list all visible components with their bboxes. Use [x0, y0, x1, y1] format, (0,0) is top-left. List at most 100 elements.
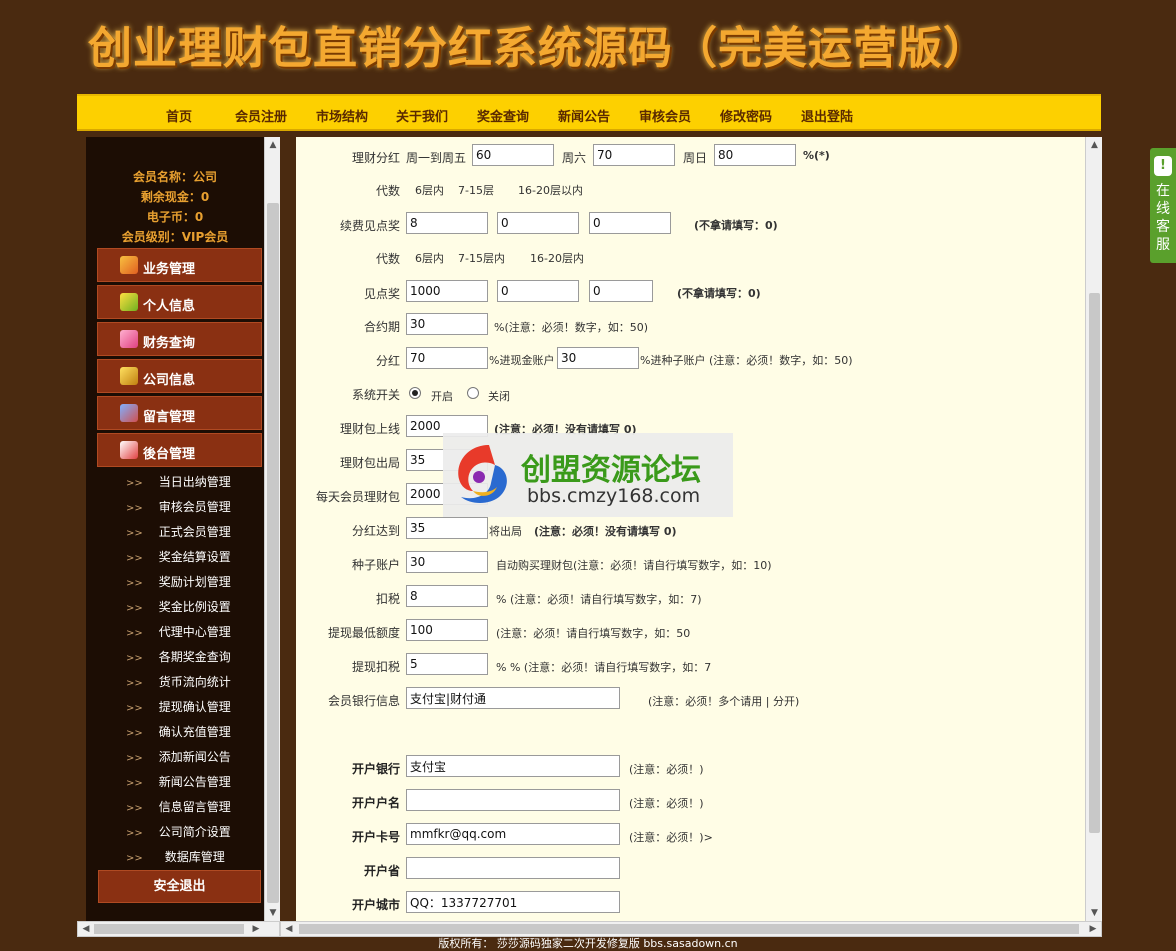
switch-off-radio[interactable]: [467, 387, 479, 399]
scroll-thumb[interactable]: [1089, 293, 1100, 833]
scroll-left-icon[interactable]: ◀: [281, 922, 297, 936]
nav-review-member[interactable]: 审核会员: [639, 106, 691, 125]
chevron-right-icon: >>: [126, 578, 143, 589]
contract-period-input[interactable]: [406, 313, 488, 335]
menu-label: 业务管理: [143, 262, 196, 277]
label-seed-account: 种子账户: [351, 558, 400, 572]
sub-database[interactable]: >> 数据库管理: [126, 848, 225, 865]
label-daily-package: 每天会员理财包: [315, 490, 400, 504]
sub-message-manage[interactable]: >> 信息留言管理: [126, 798, 231, 815]
point-bonus-input-3[interactable]: [589, 280, 653, 302]
menu-company[interactable]: 公司信息: [97, 359, 262, 393]
nav-market-structure[interactable]: 市场结构: [316, 106, 368, 125]
nav-logout[interactable]: 退出登陆: [801, 106, 853, 125]
label-bank-info: 会员银行信息: [327, 694, 400, 708]
sub-currency-flow[interactable]: >> 货币流向统计: [126, 673, 231, 690]
menu-personal[interactable]: 个人信息: [97, 285, 262, 319]
open-bank-input[interactable]: [406, 755, 620, 777]
sub-bonus-settle[interactable]: >> 奖金结算设置: [126, 548, 231, 565]
cash-account-text: %进现金账户: [489, 354, 555, 367]
sub-cashier[interactable]: >> 当日出纳管理: [126, 473, 231, 490]
nav-register[interactable]: 会员注册: [235, 106, 287, 125]
tax-note: % (注意：必须！请自行填写数字，如：7): [496, 593, 702, 606]
scroll-thumb[interactable]: [94, 924, 244, 934]
nav-home[interactable]: 首页: [166, 106, 192, 125]
scroll-left-icon[interactable]: ◀: [78, 922, 94, 936]
seed-account-note: 自动购买理财包(注意：必须！请自行填写数字，如：10): [496, 559, 772, 572]
sub-review-member[interactable]: >> 审核会员管理: [126, 498, 231, 515]
generation-text: 7-15层内: [458, 252, 505, 265]
menu-label: 个人信息: [143, 299, 196, 314]
dividend-saturday-input[interactable]: [593, 144, 675, 166]
renewal-bonus-input-1[interactable]: [406, 212, 488, 234]
chevron-right-icon: >>: [126, 478, 143, 489]
chevron-right-icon: >>: [126, 803, 143, 814]
seed-account-percent-input[interactable]: [557, 347, 639, 369]
switch-on-radio[interactable]: [409, 387, 421, 399]
scroll-down-icon[interactable]: ▼: [1086, 905, 1103, 921]
nav-news[interactable]: 新闻公告: [558, 106, 610, 125]
point-bonus-input-1[interactable]: [406, 280, 488, 302]
tax-input[interactable]: [406, 585, 488, 607]
renewal-bonus-input-3[interactable]: [589, 212, 671, 234]
sub-company-intro[interactable]: >> 公司简介设置: [126, 823, 231, 840]
sidebar-hscrollbar[interactable]: ◀ ▶: [77, 921, 280, 937]
city-input[interactable]: [406, 891, 620, 913]
chevron-right-icon: >>: [126, 853, 143, 864]
home-icon: [120, 441, 138, 459]
point-bonus-input-2[interactable]: [497, 280, 579, 302]
nav-about[interactable]: 关于我们: [396, 106, 448, 125]
card-number-input[interactable]: [406, 823, 620, 845]
sub-recharge-confirm[interactable]: >> 确认充值管理: [126, 723, 231, 740]
sub-agent-center[interactable]: >> 代理中心管理: [126, 623, 231, 640]
gift-icon: [120, 330, 138, 348]
chevron-right-icon: >>: [126, 753, 143, 764]
scroll-right-icon[interactable]: ▶: [248, 922, 264, 936]
logout-button[interactable]: 安全退出: [98, 870, 261, 903]
message-icon: [120, 404, 138, 422]
nav-change-password[interactable]: 修改密码: [720, 106, 772, 125]
min-withdraw-input[interactable]: [406, 619, 488, 641]
sub-bonus-ratio[interactable]: >> 奖金比例设置: [126, 598, 231, 615]
min-withdraw-note: (注意：必须！请自行填写数字，如：50: [496, 627, 691, 640]
dividend-weekday-input[interactable]: [472, 144, 554, 166]
menu-label: 後台管理: [143, 447, 196, 462]
sub-period-bonus[interactable]: >> 各期奖金查询: [126, 648, 231, 665]
menu-admin[interactable]: 後台管理: [97, 433, 262, 467]
scroll-thumb[interactable]: [267, 203, 279, 903]
scroll-thumb[interactable]: [299, 924, 1079, 934]
menu-messages[interactable]: 留言管理: [97, 396, 262, 430]
sub-formal-member[interactable]: >> 正式会员管理: [126, 523, 231, 540]
province-input[interactable]: [406, 857, 620, 879]
seed-account-input[interactable]: [406, 551, 488, 573]
online-service-tab[interactable]: ! 在线客服: [1150, 148, 1176, 263]
form-hscrollbar[interactable]: ◀ ▶: [280, 921, 1102, 937]
cash-account-percent-input[interactable]: [406, 347, 488, 369]
chevron-right-icon: >>: [126, 628, 143, 639]
member-ecoin: 电子币：0: [146, 210, 204, 224]
sub-withdraw-confirm[interactable]: >> 提现确认管理: [126, 698, 231, 715]
account-name-note: (注意：必须！): [629, 797, 704, 810]
renewal-bonus-input-2[interactable]: [497, 212, 579, 234]
label-dividend: 理财分红: [351, 151, 400, 165]
form-scrollbar[interactable]: ▲ ▼: [1085, 137, 1102, 921]
sub-news-manage[interactable]: >> 新闻公告管理: [126, 773, 231, 790]
account-name-input[interactable]: [406, 789, 620, 811]
scroll-up-icon[interactable]: ▲: [265, 137, 280, 153]
scroll-up-icon[interactable]: ▲: [1086, 137, 1103, 153]
sub-add-news[interactable]: >> 添加新闻公告: [126, 748, 231, 765]
label-open-bank: 开户银行: [351, 762, 400, 776]
dividend-reach-input[interactable]: [406, 517, 488, 539]
scroll-down-icon[interactable]: ▼: [265, 905, 280, 921]
dividend-reach-text: 将出局: [489, 525, 522, 538]
sidebar-scrollbar[interactable]: ▲ ▼: [264, 137, 280, 921]
text-weekday: 周一到周五: [406, 151, 467, 165]
scroll-right-icon[interactable]: ▶: [1085, 922, 1101, 936]
menu-finance[interactable]: 财务查询: [97, 322, 262, 356]
menu-business[interactable]: 业务管理: [97, 248, 262, 282]
bank-info-input[interactable]: [406, 687, 620, 709]
dividend-sunday-input[interactable]: [714, 144, 796, 166]
nav-bonus-query[interactable]: 奖金查询: [477, 106, 529, 125]
withdraw-tax-input[interactable]: [406, 653, 488, 675]
sub-reward-plan[interactable]: >> 奖励计划管理: [126, 573, 231, 590]
